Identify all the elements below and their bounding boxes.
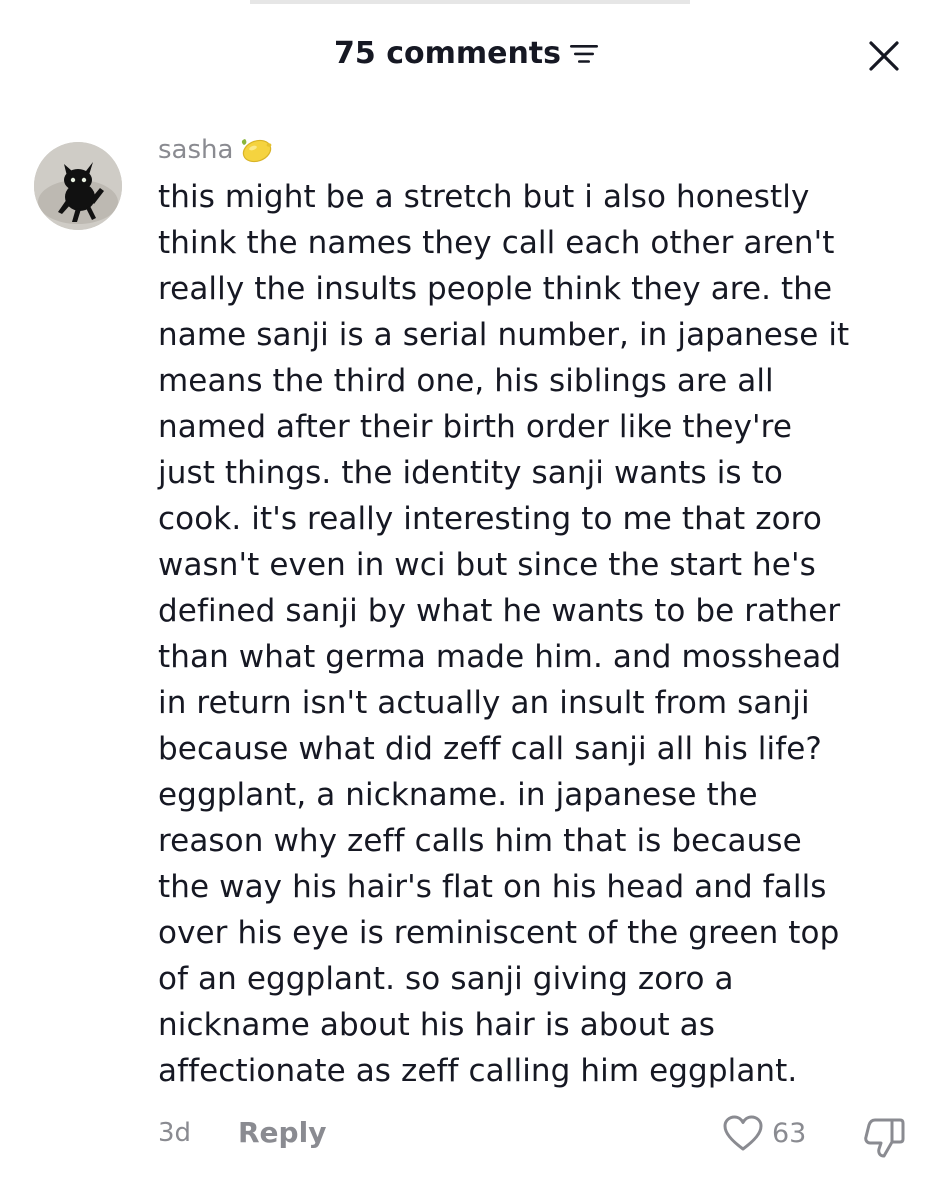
username[interactable]: sasha <box>158 135 233 165</box>
black-cat-avatar <box>34 142 122 230</box>
comment-body: sasha this might be a stretch but i also… <box>158 128 918 1094</box>
like-button[interactable]: 63 <box>722 1114 806 1152</box>
dislike-button[interactable] <box>862 1116 906 1160</box>
sort-lines-icon[interactable] <box>569 43 599 65</box>
thumbs-down-icon <box>864 1118 905 1158</box>
sheet-top-edge <box>250 0 690 4</box>
close-button[interactable] <box>866 38 902 74</box>
close-icon <box>869 41 899 71</box>
like-count: 63 <box>772 1117 807 1149</box>
reply-button[interactable]: Reply <box>238 1116 326 1149</box>
comment-text: this might be a stretch but i also hones… <box>158 179 850 1089</box>
lemon-emoji-icon <box>239 135 273 165</box>
avatar[interactable] <box>34 142 122 230</box>
comments-count-title: 75 comments <box>334 36 562 71</box>
username-row: sasha <box>158 128 918 172</box>
comments-sheet: 75 comments sasha this might be a stretc… <box>0 0 940 1200</box>
comments-header: 75 comments <box>0 28 940 84</box>
comment-age: 3d <box>158 1118 192 1148</box>
title-group[interactable]: 75 comments <box>334 36 599 71</box>
heart-outline-icon <box>723 1115 763 1151</box>
comment-footer: 3d Reply 63 <box>0 1112 940 1160</box>
